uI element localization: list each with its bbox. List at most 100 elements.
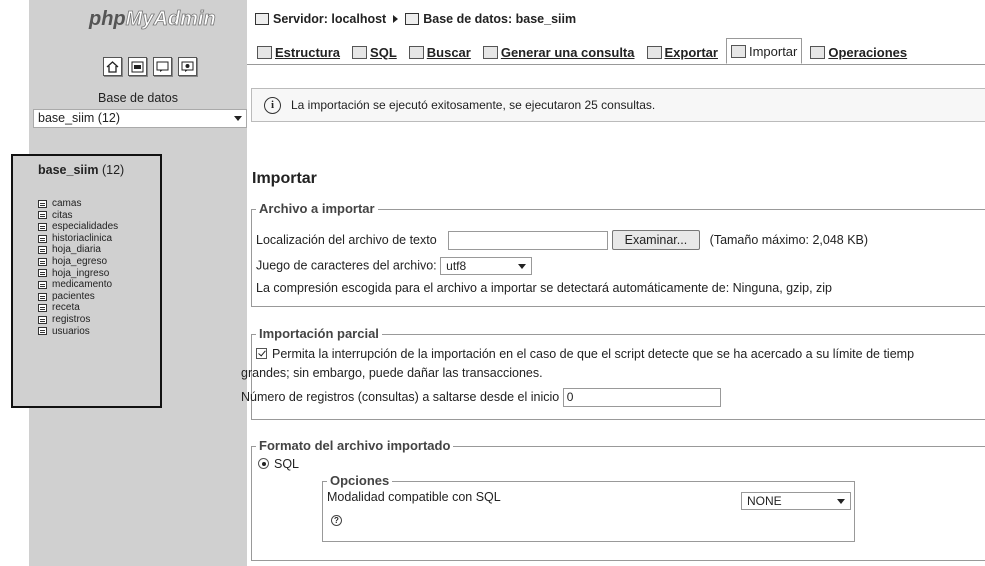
tab-label: Generar una consulta [500, 44, 635, 60]
sql-format-radio[interactable] [258, 458, 269, 469]
help-icon[interactable] [153, 57, 172, 76]
breadcrumb-server[interactable]: Servidor: localhost [273, 12, 386, 26]
search-icon [408, 45, 424, 59]
table-icon[interactable] [38, 234, 47, 243]
table-name[interactable]: registros [52, 314, 90, 326]
chevron-down-icon [234, 116, 242, 121]
home-icon[interactable] [103, 57, 122, 76]
logo-php: php [89, 8, 126, 30]
table-name[interactable]: hoja_egreso [52, 256, 107, 268]
query-window-icon[interactable] [178, 57, 197, 76]
export-icon [646, 45, 662, 59]
table-name[interactable]: hoja_ingreso [52, 268, 109, 280]
table-icon[interactable] [38, 292, 47, 301]
fieldset-legend: Archivo a importar [256, 201, 378, 216]
table-item[interactable]: medicamento [38, 279, 118, 291]
breadcrumb: Servidor: localhost Base de datos: base_… [255, 12, 576, 26]
breadcrumb-separator-icon [393, 15, 399, 23]
table-icon[interactable] [38, 199, 47, 208]
table-name[interactable]: historiaclinica [52, 233, 112, 245]
table-item[interactable]: receta [38, 302, 118, 314]
table-icon[interactable] [38, 315, 47, 324]
options-legend: Opciones [327, 473, 393, 488]
table-item[interactable]: historiaclinica [38, 233, 118, 245]
table-icon[interactable] [38, 269, 47, 278]
tab-exportar[interactable]: Exportar [643, 40, 722, 64]
table-name[interactable]: pacientes [52, 291, 95, 303]
table-item[interactable]: usuarios [38, 326, 118, 338]
table-icon[interactable] [38, 304, 47, 313]
table-item[interactable]: hoja_ingreso [38, 268, 118, 280]
table-icon[interactable] [38, 211, 47, 220]
table-icon[interactable] [38, 327, 47, 336]
table-item[interactable]: especialidades [38, 221, 118, 233]
tab-label: Buscar [426, 44, 471, 60]
format-sql-row: SQL [258, 457, 299, 471]
table-item[interactable]: camas [38, 198, 118, 210]
table-list: camas citas especialidades historiaclini… [38, 198, 118, 337]
tab-importar[interactable]: Importar [725, 38, 803, 64]
table-item[interactable]: hoja_diaria [38, 244, 118, 256]
help-icon[interactable]: ? [331, 515, 342, 526]
sql-compat-value: NONE [747, 494, 782, 508]
table-icon[interactable] [38, 246, 47, 255]
success-notice: i La importación se ejecutó exitosamente… [251, 88, 985, 122]
allow-interrupt-checkbox[interactable] [256, 348, 267, 359]
tab-label: Estructura [275, 44, 341, 60]
fieldset-legend: Importación parcial [256, 326, 382, 341]
server-icon [255, 13, 269, 25]
partial-import-fieldset: Importación parcial Permita la interrupc… [241, 326, 985, 420]
allow-interrupt-row: Permita la interrupción de la importació… [256, 347, 914, 361]
table-item[interactable]: citas [38, 210, 118, 222]
skip-queries-input[interactable]: 0 [562, 388, 721, 407]
table-name[interactable]: camas [52, 198, 81, 210]
allow-interrupt-label[interactable]: Permita la interrupción de la importació… [272, 347, 914, 361]
max-size-text: (Tamaño máximo: 2,048 KB) [709, 233, 869, 247]
charset-value: utf8 [446, 259, 467, 273]
main-frame: Servidor: localhost Base de datos: base_… [241, 0, 985, 566]
phpmyadmin-logo[interactable]: phpMyAdmin [89, 8, 239, 34]
tab-operaciones[interactable]: Operaciones [806, 40, 911, 64]
tab-label: Operaciones [828, 44, 908, 60]
tab-estructura[interactable]: Estructura [253, 40, 344, 64]
charset-select[interactable]: utf8 [440, 257, 533, 275]
table-name[interactable]: hoja_diaria [52, 244, 101, 256]
nav-icon-bar [103, 57, 197, 76]
table-name[interactable]: medicamento [52, 279, 112, 291]
tab-label: Exportar [664, 44, 718, 60]
chevron-down-icon [518, 263, 527, 269]
tab-generar-consulta[interactable]: Generar una consulta [479, 40, 639, 64]
file-path-input[interactable] [448, 231, 609, 251]
query-icon [482, 45, 498, 59]
database-label: Base de datos [98, 91, 178, 105]
table-name[interactable]: receta [52, 302, 80, 314]
table-icon[interactable] [38, 257, 47, 266]
database-table-count: (12) [101, 163, 125, 177]
tab-buscar[interactable]: Buscar [405, 40, 475, 64]
table-item[interactable]: registros [38, 314, 118, 326]
table-icon[interactable] [38, 222, 47, 231]
table-icon[interactable] [38, 280, 47, 289]
table-item[interactable]: hoja_egreso [38, 256, 118, 268]
sql-icon [352, 45, 368, 59]
browse-button[interactable]: Examinar... [611, 230, 701, 250]
breadcrumb-database[interactable]: Base de datos: base_siim [423, 12, 576, 26]
sql-format-label[interactable]: SQL [274, 457, 299, 471]
sql-compat-select[interactable]: NONE [741, 492, 851, 510]
sql-icon[interactable] [128, 57, 147, 76]
tab-label: Importar [748, 43, 798, 59]
table-item[interactable]: pacientes [38, 291, 118, 303]
sql-options-fieldset: Opciones Modalidad compatible con SQL NO… [322, 473, 855, 542]
table-name[interactable]: usuarios [52, 326, 90, 338]
fieldset-legend: Formato del archivo importado [256, 438, 454, 453]
table-name[interactable]: citas [52, 210, 73, 222]
file-location-label: Localización del archivo de texto [256, 233, 437, 247]
skip-label: Número de registros (consultas) a saltar… [241, 389, 560, 404]
database-select[interactable]: base_siim (12) [33, 109, 247, 128]
table-name[interactable]: especialidades [52, 221, 118, 233]
tab-sql[interactable]: SQL [348, 40, 401, 64]
page-title: Importar [252, 170, 317, 187]
structure-icon [257, 45, 272, 59]
database-name[interactable]: base_siim (12) [38, 163, 124, 177]
import-icon [730, 44, 746, 58]
